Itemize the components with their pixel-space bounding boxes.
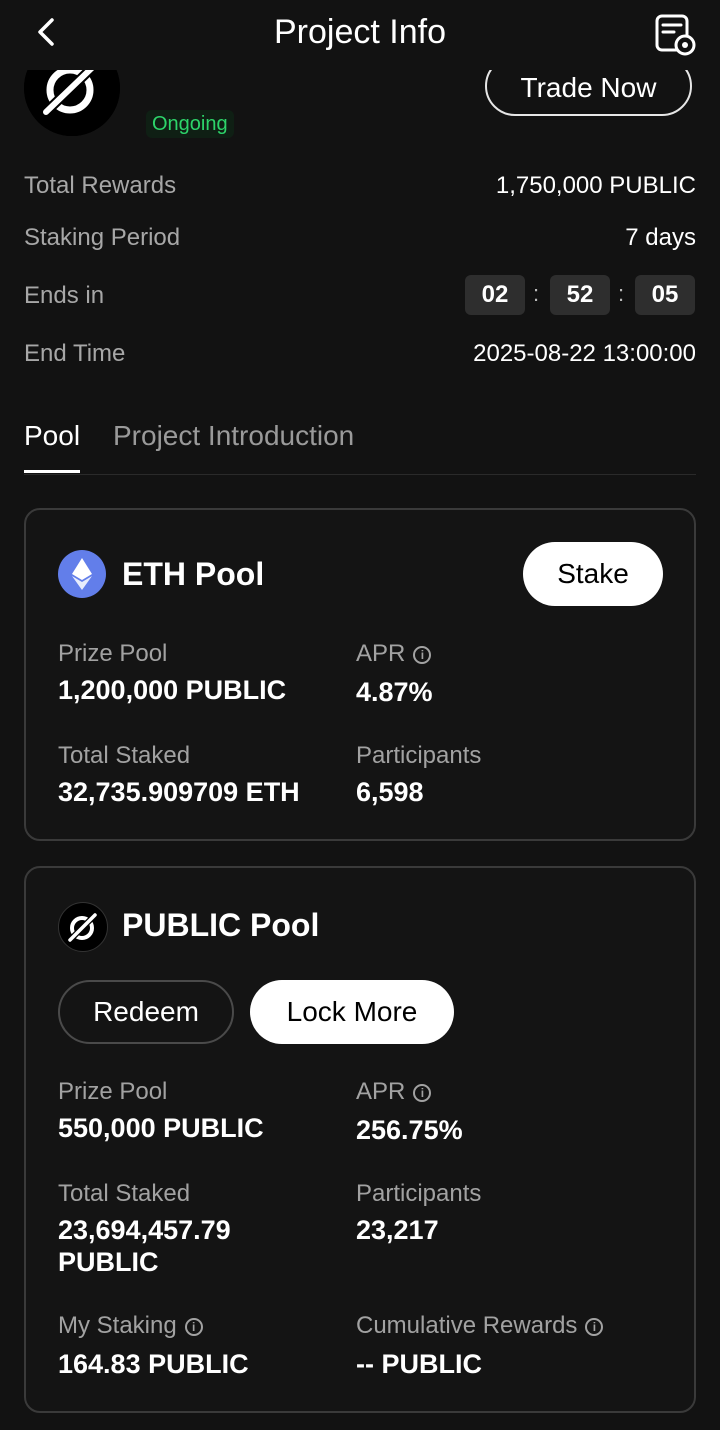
active-tab-indicator bbox=[24, 470, 80, 473]
ends-in-label: Ends in bbox=[24, 282, 105, 309]
prize-pool-value: 550,000 PUBLIC bbox=[58, 1113, 264, 1143]
prize-pool-label: Prize Pool bbox=[58, 640, 168, 667]
info-icon[interactable]: i bbox=[413, 646, 432, 664]
countdown-minutes: 52 bbox=[550, 275, 610, 315]
countdown-hours: 02 bbox=[465, 275, 525, 315]
total-staked-value: 32,735.909709 ETH bbox=[58, 777, 300, 807]
status-badge: Ongoing bbox=[146, 110, 234, 138]
staking-period-value: 7 days bbox=[625, 224, 696, 251]
participants-label: Participants bbox=[356, 1180, 482, 1207]
total-staked-value-line2: PUBLIC bbox=[58, 1247, 159, 1277]
cumulative-rewards-label: Cumulative Rewards i bbox=[356, 1312, 604, 1340]
record-settings-button[interactable] bbox=[652, 12, 698, 58]
total-rewards-value: 1,750,000 PUBLIC bbox=[495, 172, 696, 199]
apr-value: 256.75% bbox=[356, 1115, 463, 1145]
eth-icon bbox=[58, 550, 106, 598]
public-token-icon bbox=[58, 902, 108, 952]
total-rewards-label: Total Rewards bbox=[24, 172, 177, 199]
stake-button[interactable]: Stake bbox=[523, 542, 663, 606]
page-title: Project Info bbox=[274, 13, 446, 51]
participants-value: 23,217 bbox=[356, 1215, 439, 1245]
tabs-divider bbox=[24, 474, 696, 475]
lock-more-button[interactable]: Lock More bbox=[250, 980, 454, 1044]
end-time-value: 2025-08-22 13:00:00 bbox=[473, 340, 696, 367]
participants-label: Participants bbox=[356, 742, 482, 769]
my-staking-label: My Staking i bbox=[58, 1312, 203, 1340]
my-staking-label-text: My Staking bbox=[58, 1312, 177, 1339]
info-icon[interactable]: i bbox=[413, 1084, 432, 1102]
apr-value: 4.87% bbox=[356, 677, 433, 707]
cumulative-rewards-label-text: Cumulative Rewards bbox=[356, 1312, 578, 1339]
countdown-separator: : bbox=[533, 281, 540, 306]
total-staked-label: Total Staked bbox=[58, 1180, 191, 1207]
total-staked-value-line1: 23,694,457.79 bbox=[58, 1215, 231, 1245]
info-icon[interactable]: i bbox=[184, 1318, 203, 1336]
my-staking-value: 164.83 PUBLIC bbox=[58, 1349, 249, 1379]
eth-pool-title: ETH Pool bbox=[122, 556, 265, 592]
participants-value: 6,598 bbox=[356, 777, 424, 807]
countdown-seconds: 05 bbox=[635, 275, 695, 315]
prize-pool-value: 1,200,000 PUBLIC bbox=[58, 675, 287, 705]
end-time-label: End Time bbox=[24, 340, 126, 367]
apr-label-text: APR bbox=[356, 1078, 406, 1105]
prize-pool-label: Prize Pool bbox=[58, 1078, 168, 1105]
info-icon[interactable]: i bbox=[585, 1318, 604, 1336]
apr-label-text: APR bbox=[356, 640, 406, 667]
tab-pool[interactable]: Pool bbox=[24, 420, 80, 452]
tab-project-introduction[interactable]: Project Introduction bbox=[113, 420, 354, 452]
redeem-button[interactable]: Redeem bbox=[58, 980, 234, 1044]
staking-period-label: Staking Period bbox=[24, 224, 181, 251]
header-bar: Project Info bbox=[0, 0, 720, 70]
public-pool-card: PUBLIC Pool Redeem Lock More Prize Pool … bbox=[24, 866, 696, 1413]
cumulative-rewards-value: -- PUBLIC bbox=[356, 1349, 482, 1379]
total-staked-label: Total Staked bbox=[58, 742, 191, 769]
countdown-separator: : bbox=[618, 281, 625, 306]
public-pool-title: PUBLIC Pool bbox=[122, 907, 320, 943]
record-gear-icon bbox=[655, 14, 696, 56]
apr-label: APR i bbox=[356, 640, 432, 668]
apr-label: APR i bbox=[356, 1078, 432, 1106]
eth-pool-card: ETH Pool Stake Prize Pool 1,200,000 PUBL… bbox=[24, 508, 696, 841]
